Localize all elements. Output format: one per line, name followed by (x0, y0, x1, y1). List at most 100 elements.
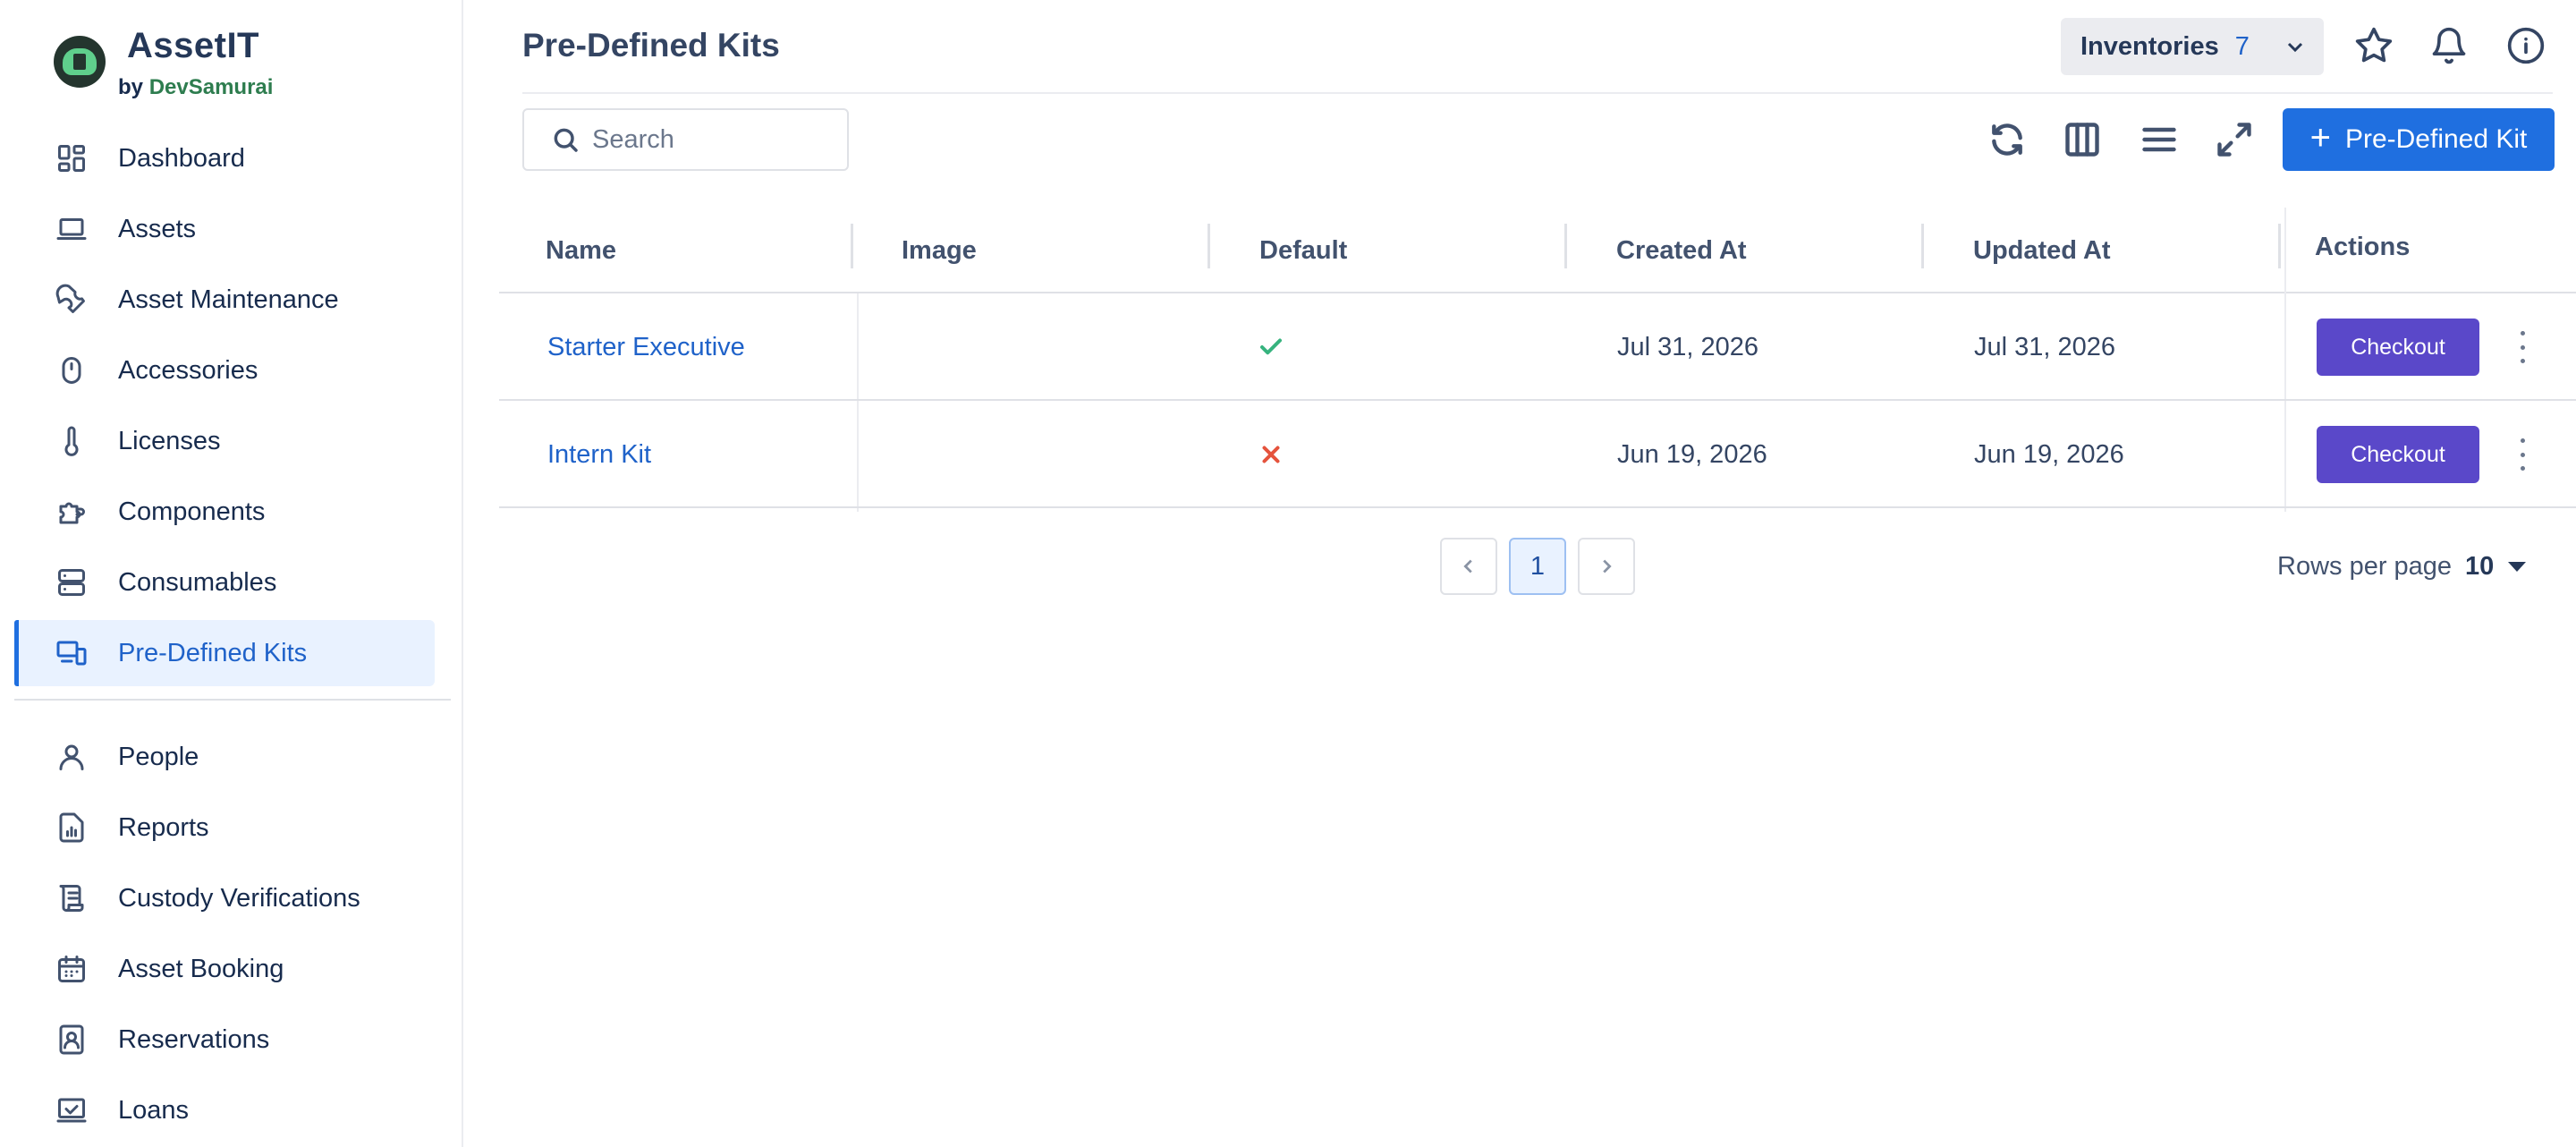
calendar-icon (58, 956, 85, 982)
add-pre-defined-kit-button[interactable]: + Pre-Defined Kit (2283, 108, 2555, 171)
sidebar-item-people[interactable]: People (14, 724, 435, 790)
search-box[interactable] (522, 108, 849, 171)
star-icon[interactable] (2354, 26, 2394, 65)
column-header-updated-at[interactable]: Updated At (1973, 208, 2111, 293)
bell-icon[interactable] (2429, 26, 2469, 65)
sidebar-item-label: Asset Booking (118, 954, 284, 983)
sidebar-item-components[interactable]: Components (14, 479, 435, 545)
sidebar-item-label: Assets (118, 214, 197, 243)
chevron-left-icon (1463, 559, 1472, 574)
sidebar-item-label: Components (118, 497, 266, 526)
check-icon (1258, 293, 1284, 401)
column-resizer[interactable] (1921, 224, 1924, 268)
sidebar-item-loans[interactable]: Loans (14, 1077, 435, 1143)
checkout-button[interactable]: Checkout (2317, 319, 2479, 376)
sidebar-item-label: Loans (118, 1095, 190, 1125)
header-divider (522, 92, 2553, 94)
sidebar-item-pre-defined-kits[interactable]: Pre-Defined Kits (14, 620, 435, 686)
created-at: Jun 19, 2026 (1617, 439, 1767, 469)
sidebar-item-licenses[interactable]: Licenses (14, 408, 435, 474)
column-header-name[interactable]: Name (546, 208, 616, 293)
sidebar-item-label: Reservations (118, 1024, 270, 1054)
sidebar-item-reports[interactable]: Reports (14, 794, 435, 861)
sidebar-item-dashboard[interactable]: Dashboard (14, 125, 435, 191)
fullscreen-icon[interactable] (2215, 120, 2254, 159)
rows-per-page-select[interactable]: 10 (2465, 538, 2527, 595)
sidebar-item-label: Pre-Defined Kits (118, 638, 308, 667)
next-page-button[interactable] (1578, 538, 1635, 595)
kit-name-link[interactable]: Starter Executive (547, 293, 745, 401)
more-options-icon[interactable] (2513, 327, 2531, 367)
plus-icon: + (2309, 117, 2331, 157)
chevron-down-icon (2287, 42, 2303, 53)
column-resizer[interactable] (1208, 224, 1210, 268)
updated-at: Jul 31, 2026 (1974, 332, 2116, 361)
add-button-label: Pre-Defined Kit (2344, 124, 2528, 154)
sidebar-item-label: Accessories (118, 355, 258, 385)
columns-icon[interactable] (2063, 120, 2102, 159)
inventories-dropdown[interactable]: Inventories 7 (2061, 18, 2324, 75)
thermometer-icon (64, 426, 79, 456)
chevron-right-icon (1603, 559, 1612, 574)
column-resizer[interactable] (1564, 224, 1567, 268)
contact-book-icon (59, 1024, 84, 1055)
storage-icon (58, 569, 85, 596)
sidebar-item-label: Dashboard (118, 143, 245, 173)
caret-down-icon (2508, 561, 2527, 572)
laptop-icon (56, 218, 87, 240)
report-icon (59, 812, 84, 843)
table-row: Intern Kit Jun 19, 2026 Jun 19, 2026 Che… (499, 401, 2576, 508)
sidebar-item-label: Licenses (118, 426, 221, 455)
column-header-image[interactable]: Image (902, 208, 977, 293)
sidebar-nav: Dashboard Assets Asset Maintenance Acces… (14, 125, 451, 1147)
rows-per-page-label: Rows per page (2277, 551, 2453, 581)
more-options-icon[interactable] (2513, 435, 2531, 474)
updated-at: Jun 19, 2026 (1974, 439, 2124, 469)
brand-company: DevSamurai (148, 75, 274, 99)
monitor-check-icon (56, 1098, 87, 1123)
column-header-created-at[interactable]: Created At (1616, 208, 1747, 293)
sidebar-item-label: Asset Maintenance (118, 285, 339, 314)
table-row: Starter Executive Jul 31, 2026 Jul 31, 2… (499, 293, 2576, 401)
prev-page-button[interactable] (1440, 538, 1497, 595)
brand-by-text: by (118, 75, 144, 99)
refresh-icon[interactable] (1987, 120, 2027, 159)
sidebar-item-label: People (118, 742, 199, 771)
person-icon (59, 744, 84, 770)
pagination: 1 Rows per page 10 (499, 508, 2576, 610)
devices-icon (56, 641, 87, 666)
sidebar-divider (14, 699, 451, 701)
sidebar-item-asset-booking[interactable]: Asset Booking (14, 936, 435, 1002)
mouse-icon (62, 357, 81, 384)
sidebar-item-label: Custody Verifications (118, 883, 360, 913)
cross-icon (1258, 401, 1284, 508)
assetit-logo-icon (54, 36, 106, 88)
sidebar-item-label: Consumables (118, 567, 277, 597)
scroll-icon (59, 885, 84, 912)
table-header: Name Image Default Created At Updated At… (499, 208, 2576, 293)
column-resizer[interactable] (2278, 224, 2281, 268)
brand-name: AssetIT (127, 26, 259, 65)
sidebar-item-consumables[interactable]: Consumables (14, 549, 435, 616)
brand-byline: by DevSamurai (118, 75, 273, 100)
brand[interactable]: AssetIT by DevSamurai (54, 25, 273, 100)
created-at: Jul 31, 2026 (1617, 332, 1759, 361)
column-resizer[interactable] (851, 224, 853, 268)
kit-name-link[interactable]: Intern Kit (547, 401, 651, 508)
sidebar-item-asset-maintenance[interactable]: Asset Maintenance (14, 267, 435, 333)
page-button-current[interactable]: 1 (1509, 538, 1566, 595)
search-input[interactable] (592, 124, 834, 155)
rows-per-page-value: 10 (2465, 551, 2495, 581)
sidebar-item-custody-verifications[interactable]: Custody Verifications (14, 865, 435, 931)
checkout-button[interactable]: Checkout (2317, 426, 2479, 483)
sidebar-item-assets[interactable]: Assets (14, 196, 435, 262)
info-icon[interactable] (2506, 26, 2546, 65)
density-icon[interactable] (2140, 120, 2179, 159)
sidebar-item-reservations[interactable]: Reservations (14, 1007, 435, 1073)
sidebar-item-accessories[interactable]: Accessories (14, 337, 435, 404)
column-header-actions: Actions (2315, 232, 2411, 261)
inventories-count: 7 (2234, 31, 2250, 61)
inventories-label: Inventories (2080, 31, 2219, 61)
column-header-default[interactable]: Default (1259, 208, 1347, 293)
page-title: Pre-Defined Kits (522, 27, 780, 64)
